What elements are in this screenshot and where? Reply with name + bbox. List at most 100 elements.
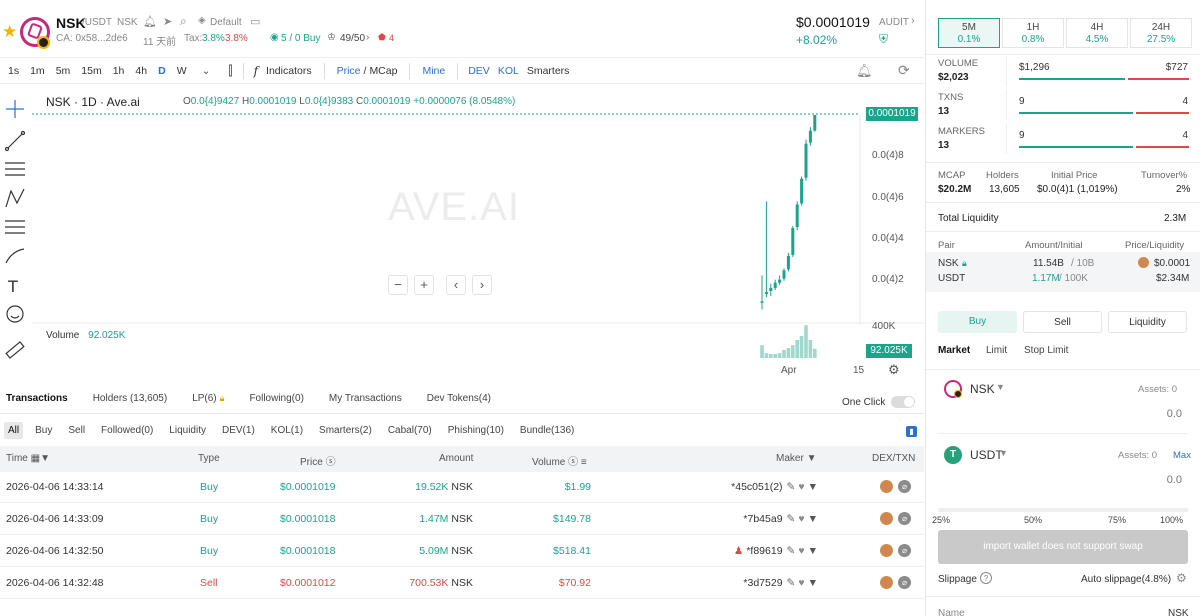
to-token-box[interactable]: T USDT ▼ Assets: 0 Max — [938, 440, 1191, 500]
filter-8[interactable]: Cabal(70) — [384, 422, 436, 439]
filter-3[interactable]: Followed(0) — [97, 422, 157, 439]
smarters-toggle[interactable]: Smarters — [527, 65, 570, 77]
timeframe-D[interactable]: D — [158, 65, 166, 77]
chevron-down-icon[interactable]: ▼ — [996, 382, 1005, 392]
table-row[interactable]: 2026-04-06 14:33:14 Buy $0.0001019 19.52K NS… — [0, 472, 924, 503]
filter-icon[interactable]: ▼ — [808, 481, 818, 493]
chevron-down-icon[interactable]: ▼ — [999, 448, 1008, 458]
search-icon[interactable]: ⌕ — [180, 14, 187, 29]
mcap-toggle[interactable]: MCap — [369, 65, 397, 77]
timeframe-1h[interactable]: 1h — [113, 65, 125, 77]
order-type-1[interactable]: Limit — [986, 345, 1007, 356]
mine-toggle[interactable]: Mine — [422, 65, 445, 77]
table-row[interactable]: 2026-04-06 14:32:50 Buy $0.0001018 5.09M NSK… — [0, 536, 924, 567]
edit-icon[interactable]: ✎ — [787, 513, 796, 525]
chevron-down-icon[interactable]: ⌄ — [202, 65, 211, 77]
filter-4[interactable]: Liquidity — [165, 422, 210, 439]
scroll-right-button[interactable]: › — [472, 275, 492, 295]
link-icon[interactable]: ⌀ — [898, 576, 911, 589]
order-type-2[interactable]: Stop Limit — [1024, 345, 1068, 356]
link-icon[interactable]: ⌀ — [898, 480, 911, 493]
filter-6[interactable]: KOL(1) — [267, 422, 307, 439]
heart-icon[interactable]: ♥ — [798, 577, 804, 589]
filter-9[interactable]: Phishing(10) — [444, 422, 508, 439]
row-maker[interactable]: ♟ *f89619 ✎ ♥ ▼ — [734, 545, 818, 557]
timeframe-W[interactable]: W — [177, 65, 187, 77]
one-click-toggle[interactable]: One Click — [842, 396, 916, 408]
dev-toggle[interactable]: DEV — [468, 65, 490, 77]
filter-icon[interactable]: ▼ — [807, 453, 817, 464]
period-5M[interactable]: 5M 0.1% — [938, 18, 1000, 48]
default-label[interactable]: Default — [210, 17, 242, 28]
gear-icon[interactable]: ⚙ — [1176, 571, 1187, 585]
bell-icon[interactable]: 🔔︎ — [143, 15, 157, 28]
row-maker[interactable]: *3d7529 ✎ ♥ ▼ — [743, 577, 818, 589]
max-button[interactable]: Max — [1173, 450, 1191, 461]
link-icon[interactable]: ⌀ — [898, 512, 911, 525]
maker-address[interactable]: *45c051(2) — [731, 481, 782, 493]
currency-icon[interactable]: ⓢ — [568, 457, 578, 468]
from-amount-input[interactable] — [1088, 408, 1182, 420]
filter-7[interactable]: Smarters(2) — [315, 422, 376, 439]
percent-75%[interactable]: 75% — [1108, 515, 1126, 525]
refresh-icon[interactable]: ⟳ — [898, 62, 910, 79]
timeframe-1m[interactable]: 1m — [30, 65, 45, 77]
edit-icon[interactable]: ✎ — [787, 545, 796, 557]
candle-type-icon[interactable]: ⫿ — [228, 63, 232, 79]
help-icon[interactable]: ? — [980, 572, 992, 584]
price-toggle[interactable]: Price — [337, 65, 361, 77]
table-row[interactable]: 2026-04-06 14:33:09 Buy $0.0001018 1.47M NSK… — [0, 504, 924, 535]
mode-liquidity[interactable]: Liquidity — [1108, 311, 1187, 333]
link-icon[interactable]: ⌀ — [898, 544, 911, 557]
period-4H[interactable]: 4H 4.5% — [1066, 18, 1128, 48]
indicators-icon[interactable]: 𝑓 — [254, 64, 258, 78]
tab-4[interactable]: My Transactions — [329, 393, 402, 404]
sort-icon[interactable]: ≡ — [581, 457, 587, 468]
price-chart[interactable]: NSK · 1D · Ave.ai O0.0{4}9427 H0.0001019… — [0, 85, 924, 381]
filter-icon[interactable]: ▼ — [808, 513, 818, 525]
col-time[interactable]: Time ▦▼ — [6, 453, 50, 464]
shield-icon[interactable]: ⛨ — [879, 32, 888, 47]
chart-view-icon[interactable]: ▮ — [906, 426, 917, 437]
order-type-0[interactable]: Market — [938, 345, 970, 356]
period-24H[interactable]: 24H 27.5% — [1130, 18, 1192, 48]
timeframe-1s[interactable]: 1s — [8, 65, 19, 77]
edit-icon[interactable]: ✎ — [787, 577, 796, 589]
percent-track[interactable] — [938, 508, 1188, 512]
row-maker[interactable]: *7b45a9 ✎ ♥ ▼ — [743, 513, 818, 525]
period-1H[interactable]: 1H 0.8% — [1002, 18, 1064, 48]
to-token-symbol[interactable]: USDT — [970, 448, 1003, 462]
scroll-left-button[interactable]: ‹ — [446, 275, 466, 295]
filter-icon[interactable]: ▼ — [40, 453, 50, 464]
settings-gear-icon[interactable]: ⚙ — [888, 362, 900, 378]
filter-10[interactable]: Bundle(136) — [516, 422, 578, 439]
chart-canvas[interactable]: 0.0(4)8 0.0(4)6 0.0(4)4 0.0(4)2 — [0, 85, 924, 381]
audit-label[interactable]: AUDIT — [879, 17, 909, 28]
favorite-star-icon[interactable]: ★ — [2, 22, 17, 42]
tab-5[interactable]: Dev Tokens(4) — [427, 393, 491, 404]
filter-icon[interactable]: ▼ — [808, 545, 818, 557]
slippage-value[interactable]: Auto slippage(4.8%) — [1081, 574, 1171, 585]
filter-1[interactable]: Buy — [31, 422, 56, 439]
heart-icon[interactable]: ♥ — [798, 481, 804, 493]
indicators-button[interactable]: Indicators — [266, 65, 312, 77]
contract-address[interactable]: CA: 0x58...2de6 — [56, 33, 128, 44]
filter-0[interactable]: All — [4, 421, 24, 439]
kol-toggle[interactable]: KOL — [498, 65, 519, 77]
chevron-right-icon[interactable]: › — [911, 15, 915, 27]
comment-icon[interactable]: ▭ — [250, 15, 260, 28]
percent-25%[interactable]: 25% — [932, 515, 950, 525]
filter-5[interactable]: DEV(1) — [218, 422, 259, 439]
row-maker[interactable]: *45c051(2) ✎ ♥ ▼ — [731, 481, 818, 493]
to-amount-input[interactable] — [1088, 474, 1182, 486]
swap-button[interactable]: import wallet does not support swap — [938, 530, 1188, 564]
mode-buy[interactable]: Buy — [938, 311, 1017, 333]
filter-icon[interactable]: ▼ — [808, 577, 818, 589]
tab-0[interactable]: Transactions — [6, 393, 68, 404]
tab-1[interactable]: Holders (13,605) — [93, 393, 167, 404]
timeframe-15m[interactable]: 15m — [81, 65, 101, 77]
percent-100%[interactable]: 100% — [1160, 515, 1183, 525]
zoom-out-button[interactable]: − — [388, 275, 408, 295]
tab-3[interactable]: Following(0) — [249, 393, 303, 404]
filter-2[interactable]: Sell — [64, 422, 89, 439]
